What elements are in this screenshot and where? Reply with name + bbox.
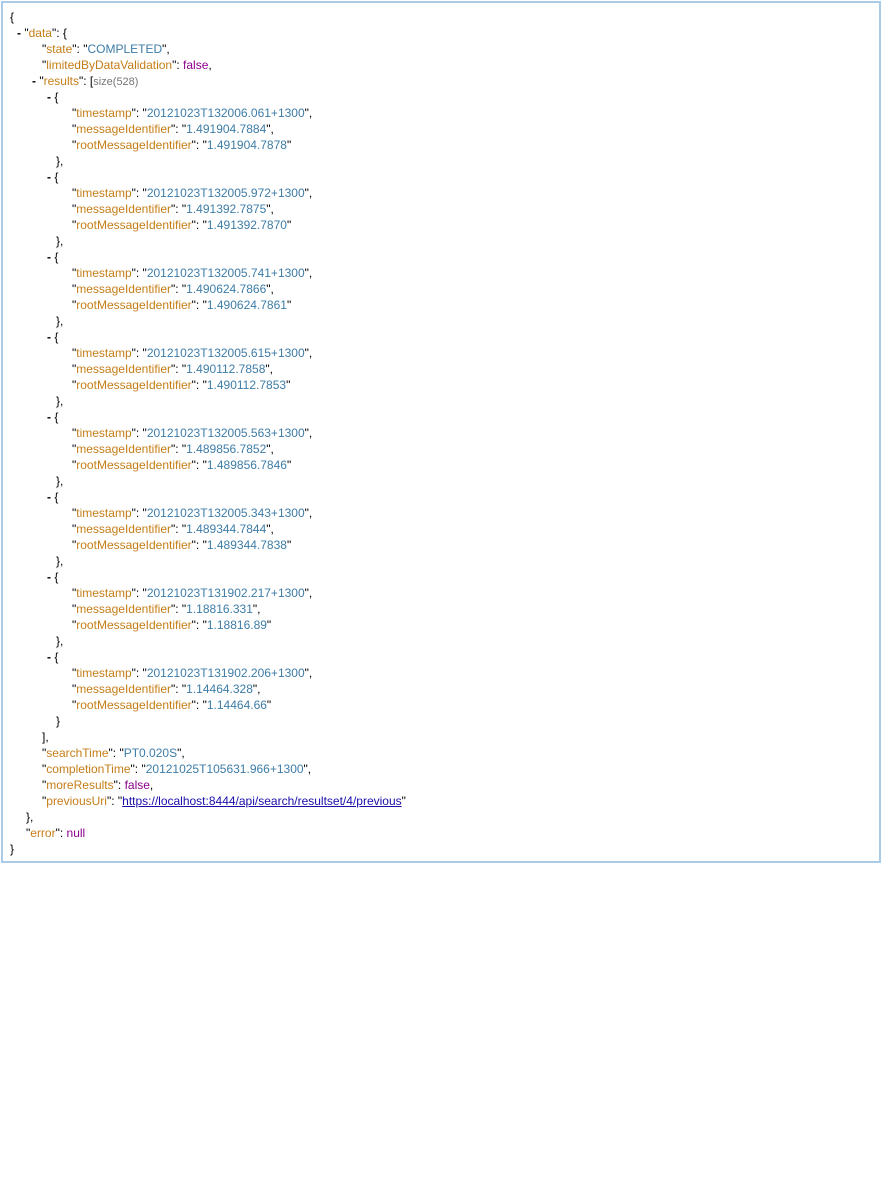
data-node: - "data": { [17,26,67,40]
result-root-message-identifier: 1.491904.7878 [206,138,287,152]
result-timestamp-row: "timestamp": "20121023T131902.217+1300", [72,586,313,600]
error-value: null [66,826,86,840]
result-timestamp: 20121023T131902.217+1300 [146,586,305,600]
result-rootmessageid-row: "rootMessageIdentifier": "1.489344.7838" [72,538,292,552]
data-key: data [28,26,52,40]
result-timestamp: 20121023T132005.741+1300 [146,266,305,280]
result-timestamp-row: "timestamp": "20121023T132005.615+1300", [72,346,313,360]
result-message-identifier: 1.489344.7844 [186,522,267,536]
result-message-identifier: 1.489856.7852 [186,442,267,456]
error-row: "error": null [26,826,86,840]
result-close: }, [56,314,64,328]
result-open: - { [47,250,59,264]
result-collapse-toggle[interactable]: - [47,170,51,184]
result-collapse-toggle[interactable]: - [47,490,51,504]
result-rootmessageid-row: "rootMessageIdentifier": "1.14464.66" [72,698,272,712]
result-open: - { [47,570,59,584]
result-open: - { [47,490,59,504]
result-collapse-toggle[interactable]: - [47,650,51,664]
result-open: - { [47,90,59,104]
result-timestamp: 20121023T132005.615+1300 [146,346,305,360]
result-close: }, [56,394,64,408]
result-timestamp: 20121023T132006.061+1300 [146,106,305,120]
result-root-message-identifier: 1.489344.7838 [206,538,287,552]
result-rootmessageid-row: "rootMessageIdentifier": "1.489856.7846" [72,458,292,472]
result-close: }, [56,474,64,488]
result-rootmessageid-row: "rootMessageIdentifier": "1.491392.7870" [72,218,292,232]
result-message-identifier: 1.490624.7866 [186,282,267,296]
limited-row: "limitedByDataValidation": false, [42,58,212,72]
result-close: }, [56,634,64,648]
result-close: }, [56,554,64,568]
previousuri-row: "previousUri": "https://localhost:8444/a… [42,794,406,808]
results-close: ], [42,730,49,744]
result-close: }, [56,234,64,248]
result-timestamp: 20121023T132005.343+1300 [146,506,305,520]
result-timestamp-row: "timestamp": "20121023T132006.061+1300", [72,106,313,120]
result-close: }, [56,154,64,168]
results-collapse-toggle[interactable]: - [32,74,36,88]
result-rootmessageid-row: "rootMessageIdentifier": "1.490624.7861" [72,298,292,312]
result-collapse-toggle[interactable]: - [47,410,51,424]
result-messageid-row: "messageIdentifier": "1.14464.328", [72,682,261,696]
result-timestamp-row: "timestamp": "20121023T132005.563+1300", [72,426,313,440]
result-messageid-row: "messageIdentifier": "1.490624.7866", [72,282,274,296]
json-viewer: { - "data": { "state": "COMPLETED", "lim… [1,1,881,863]
result-rootmessageid-row: "rootMessageIdentifier": "1.18816.89" [72,618,272,632]
completiontime-value: 20121025T105631.966+1300 [145,762,304,776]
result-timestamp-row: "timestamp": "20121023T132005.972+1300", [72,186,313,200]
result-open: - { [47,330,59,344]
result-message-identifier: 1.18816.331 [186,602,253,616]
result-messageid-row: "messageIdentifier": "1.490112.7858", [72,362,273,376]
result-root-message-identifier: 1.18816.89 [206,618,267,632]
result-messageid-row: "messageIdentifier": "1.489856.7852", [72,442,274,456]
completiontime-row: "completionTime": "20121025T105631.966+1… [42,762,312,776]
result-messageid-row: "messageIdentifier": "1.18816.331", [72,602,261,616]
results-size: size(528) [93,76,139,88]
result-timestamp-row: "timestamp": "20121023T131902.206+1300", [72,666,313,680]
result-collapse-toggle[interactable]: - [47,250,51,264]
result-timestamp-row: "timestamp": "20121023T132005.343+1300", [72,506,313,520]
searchtime-row: "searchTime": "PT0.020S", [42,746,185,760]
result-message-identifier: 1.491392.7875 [186,202,267,216]
result-collapse-toggle[interactable]: - [47,90,51,104]
result-timestamp: 20121023T131902.206+1300 [146,666,305,680]
searchtime-value: PT0.020S [123,746,178,760]
root-open-brace: { [10,10,15,24]
moreresults-row: "moreResults": false, [42,778,154,792]
result-root-message-identifier: 1.491392.7870 [206,218,287,232]
previous-uri-link[interactable]: https://localhost:8444/api/search/result… [122,794,402,808]
result-open: - { [47,650,59,664]
limited-value: false [183,58,209,72]
result-message-identifier: 1.14464.328 [186,682,253,696]
result-rootmessageid-row: "rootMessageIdentifier": "1.491904.7878" [72,138,292,152]
result-open: - { [47,170,59,184]
result-root-message-identifier: 1.489856.7846 [206,458,287,472]
data-collapse-toggle[interactable]: - [17,26,21,40]
result-timestamp: 20121023T132005.972+1300 [146,186,305,200]
result-collapse-toggle[interactable]: - [47,570,51,584]
result-messageid-row: "messageIdentifier": "1.491904.7884", [72,122,274,136]
result-close: } [56,714,61,728]
state-row: "state": "COMPLETED", [42,42,170,56]
data-close: }, [26,810,34,824]
result-root-message-identifier: 1.490112.7853 [206,378,287,392]
root-close-brace: } [10,842,15,856]
result-open: - { [47,410,59,424]
result-rootmessageid-row: "rootMessageIdentifier": "1.490112.7853" [72,378,291,392]
moreresults-value: false [124,778,150,792]
result-collapse-toggle[interactable]: - [47,330,51,344]
result-timestamp: 20121023T132005.563+1300 [146,426,305,440]
state-value: COMPLETED [87,42,163,56]
result-message-identifier: 1.490112.7858 [186,362,266,376]
result-messageid-row: "messageIdentifier": "1.489344.7844", [72,522,274,536]
result-root-message-identifier: 1.490624.7861 [206,298,287,312]
result-timestamp-row: "timestamp": "20121023T132005.741+1300", [72,266,313,280]
results-node: - "results": [size(528) [32,74,139,88]
result-messageid-row: "messageIdentifier": "1.491392.7875", [72,202,274,216]
result-message-identifier: 1.491904.7884 [186,122,267,136]
result-root-message-identifier: 1.14464.66 [206,698,267,712]
